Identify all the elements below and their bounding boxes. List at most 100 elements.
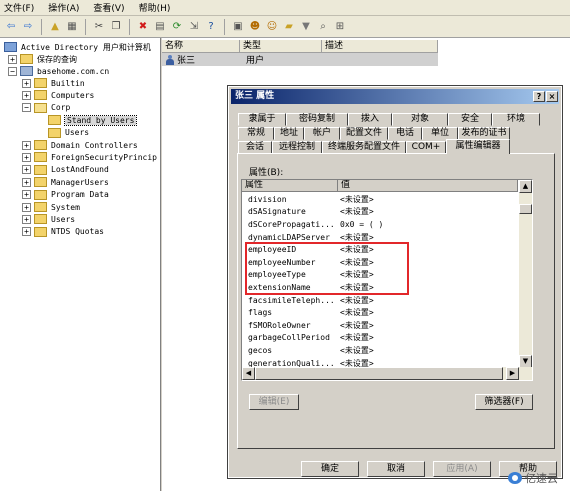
tab-tabs_row2-2[interactable]: 帐户 <box>304 127 340 140</box>
expand-icon[interactable]: + <box>22 78 31 88</box>
new-group-icon[interactable]: ☺ <box>265 20 279 34</box>
expand-icon[interactable]: + <box>22 227 31 237</box>
new-ou-icon[interactable]: ▰ <box>282 20 296 34</box>
scroll-up-icon[interactable]: ▲ <box>519 180 532 193</box>
export-icon[interactable]: ⇲ <box>187 20 201 34</box>
expand-icon[interactable]: + <box>22 152 31 162</box>
attribute-list[interactable]: 属性 值 division <未设置> dSASignature <未设置> dSCor… <box>241 179 533 381</box>
forward-icon[interactable]: ⇨ <box>21 20 35 34</box>
show-tree-icon[interactable]: ▦ <box>65 20 79 34</box>
expand-icon[interactable]: + <box>22 177 31 187</box>
up-folder-icon[interactable]: ▲ <box>48 20 62 34</box>
tree-item-5[interactable]: + Domain Controllers <box>22 139 138 151</box>
expand-icon[interactable]: + <box>22 90 31 100</box>
tree-item-domain[interactable]: − basehome.com.cn <box>8 65 109 77</box>
attribute-row[interactable]: dSASignature <未设置> <box>242 206 518 219</box>
tree-item-12[interactable]: + NTDS Quotas <box>22 226 104 238</box>
tab-tabs_row2-3[interactable]: 配置文件 <box>340 127 388 140</box>
delete-icon[interactable]: ✖ <box>136 20 150 34</box>
attribute-row[interactable]: division <未设置> <box>242 193 518 206</box>
tab-tabs_row1-3[interactable]: 对象 <box>392 113 448 126</box>
tree-root[interactable]: Active Directory 用户和计算机 <box>4 41 151 53</box>
attribute-row[interactable]: facsimileTeleph... <未设置> <box>242 294 518 307</box>
cut-icon[interactable]: ✂ <box>92 20 106 34</box>
apply-button[interactable]: 应用(A) <box>433 461 491 477</box>
attribute-row[interactable]: dynamicLDAPServer <未设置> <box>242 231 518 244</box>
help-icon[interactable]: ? <box>204 20 218 34</box>
copy-icon[interactable]: ❐ <box>109 20 123 34</box>
attribute-row[interactable]: employeeID <未设置> <box>242 243 518 256</box>
attribute-row[interactable]: garbageCollPeriod <未设置> <box>242 332 518 345</box>
collapse-icon[interactable]: − <box>8 66 17 76</box>
properties-icon[interactable]: ▤ <box>153 20 167 34</box>
tree-item-10[interactable]: + System <box>22 201 80 213</box>
tab-tabs_row2-0[interactable]: 常规 <box>238 127 274 140</box>
cancel-button[interactable]: 取消 <box>367 461 425 477</box>
new-user-icon[interactable]: ☻ <box>248 20 262 34</box>
filter-button[interactable]: 筛选器(F) <box>475 394 533 410</box>
attribute-row[interactable]: dSCorePropagati... 0x0 = ( ) <box>242 218 518 231</box>
tab-tabs_row3-4[interactable]: 属性编辑器 <box>446 139 510 154</box>
tree-item-0[interactable]: + Builtin <box>22 77 85 89</box>
horizontal-scrollbar[interactable]: ◀ ▶ <box>242 367 532 380</box>
tab-tabs_row2-4[interactable]: 电话 <box>388 127 422 140</box>
tree-item-1[interactable]: + Computers <box>22 89 94 101</box>
tree-item-4[interactable]: Users <box>36 127 89 139</box>
tab-tabs_row1-4[interactable]: 安全 <box>448 113 492 126</box>
attribute-row[interactable]: gecos <未设置> <box>242 344 518 357</box>
tree-item-saved-queries[interactable]: + 保存的查询 <box>8 53 77 65</box>
attribute-row[interactable]: employeeType <未设置> <box>242 269 518 282</box>
tree-item-11[interactable]: + Users <box>22 213 75 225</box>
console-icon[interactable]: ▣ <box>231 20 245 34</box>
tree-item-9[interactable]: + Program Data <box>22 189 109 201</box>
expand-icon[interactable]: + <box>22 165 31 175</box>
column-header-value[interactable]: 值 <box>338 180 518 192</box>
tab-tabs_row2-1[interactable]: 地址 <box>274 127 304 140</box>
attribute-value: <未设置> <box>340 320 374 330</box>
collapse-icon[interactable]: − <box>22 103 31 113</box>
tab-tabs_row1-2[interactable]: 拨入 <box>348 113 392 126</box>
vertical-scrollbar[interactable]: ▲ ▼ <box>519 180 532 368</box>
attribute-row[interactable]: fSMORoleOwner <未设置> <box>242 319 518 332</box>
tab-tabs_row1-0[interactable]: 隶属于 <box>238 113 286 126</box>
tree-item-3[interactable]: Stand by Users <box>36 114 138 126</box>
scroll-left-icon[interactable]: ◀ <box>242 367 255 380</box>
tree-item-6[interactable]: + ForeignSecurityPrincip <box>22 151 157 163</box>
scroll-thumb[interactable] <box>519 204 532 214</box>
tree-item-2[interactable]: − Corp <box>22 102 70 114</box>
column-header-name[interactable]: 名称 <box>162 40 240 53</box>
help-title-button[interactable]: ? <box>533 91 545 102</box>
expand-icon[interactable]: + <box>22 140 31 150</box>
menu-item-3[interactable]: 帮助(H) <box>139 1 171 14</box>
attribute-row[interactable]: flags <未设置> <box>242 306 518 319</box>
column-header-type[interactable]: 类型 <box>240 40 322 53</box>
edit-button[interactable]: 编辑(E) <box>249 394 299 410</box>
attribute-row[interactable]: employeeNumber <未设置> <box>242 256 518 269</box>
menu-item-2[interactable]: 查看(V) <box>93 1 124 14</box>
menu-item-1[interactable]: 操作(A) <box>48 1 79 14</box>
tree-item-7[interactable]: + LostAndFound <box>22 164 109 176</box>
column-header-attribute[interactable]: 属性 <box>242 180 338 192</box>
column-header-desc[interactable]: 描述 <box>322 40 438 53</box>
dialog-titlebar[interactable]: 张三 属性 <box>231 89 559 104</box>
refresh-icon[interactable]: ⟳ <box>170 20 184 34</box>
hscroll-thumb[interactable] <box>255 367 503 380</box>
attribute-row[interactable]: extensionName <未设置> <box>242 281 518 294</box>
expand-icon[interactable]: + <box>8 54 17 64</box>
tab-tabs_row1-5[interactable]: 环境 <box>492 113 540 126</box>
tree-item-8[interactable]: + ManagerUsers <box>22 176 109 188</box>
tree-pane[interactable]: Active Directory 用户和计算机 + 保存的查询 − baseho… <box>0 38 161 491</box>
add-to-group-icon[interactable]: ⊞ <box>333 20 347 34</box>
ok-button[interactable]: 确定 <box>301 461 359 477</box>
back-icon[interactable]: ⇦ <box>4 20 18 34</box>
filter-icon[interactable]: ▼ <box>299 20 313 34</box>
expand-icon[interactable]: + <box>22 214 31 224</box>
find-icon[interactable]: ⌕ <box>316 20 330 34</box>
scroll-right-icon[interactable]: ▶ <box>506 367 519 380</box>
tab-tabs_row1-1[interactable]: 密码复制 <box>286 113 348 126</box>
expand-icon[interactable]: + <box>22 202 31 212</box>
expand-icon[interactable]: + <box>22 190 31 200</box>
close-button[interactable]: × <box>546 91 558 102</box>
list-row-user[interactable]: 张三 用户 <box>162 53 438 66</box>
menu-item-0[interactable]: 文件(F) <box>4 1 34 14</box>
